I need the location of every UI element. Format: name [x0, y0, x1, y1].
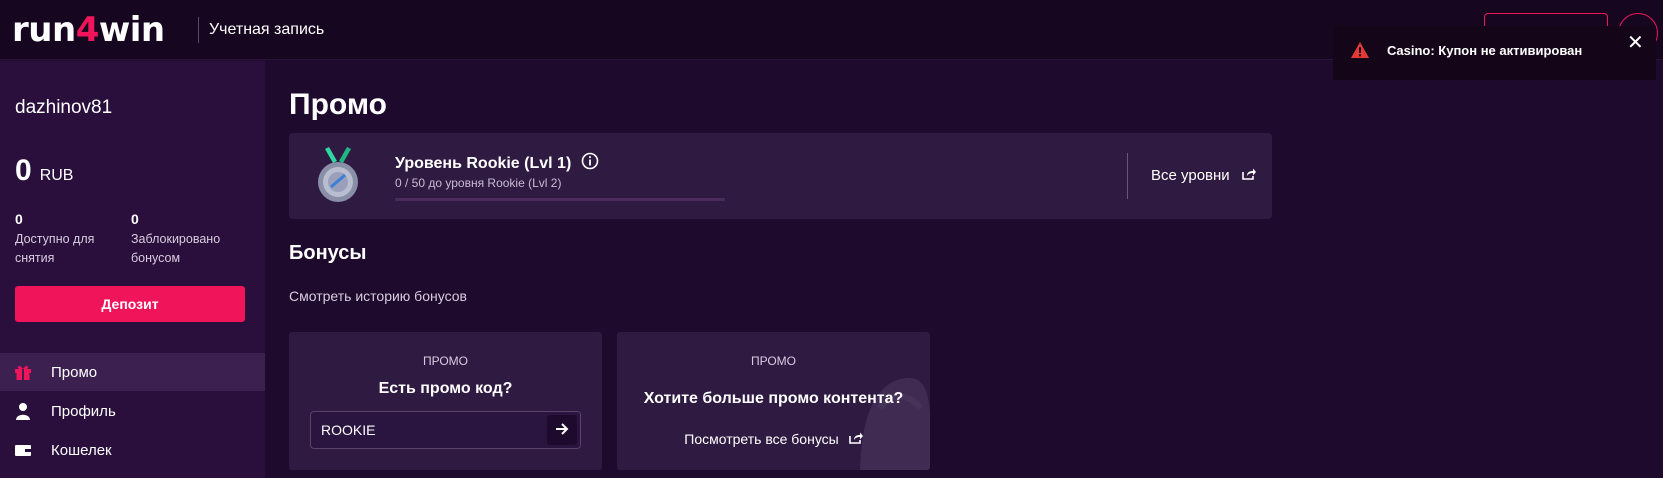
all-levels-link[interactable]: Все уровни	[1151, 167, 1256, 184]
promo-heading: Хотите больше промо контента?	[643, 390, 904, 407]
all-bonuses-link[interactable]: Посмотреть все бонусы	[617, 431, 930, 447]
sidebar-item-label: Промо	[51, 363, 98, 381]
locked-stat: 0 Заблокировано бонусом	[131, 211, 251, 268]
balance-amount: 0	[15, 154, 32, 187]
all-bonuses-label: Посмотреть все бонусы	[684, 431, 839, 447]
bonus-history-link[interactable]: Смотреть историю бонусов	[289, 288, 467, 304]
deposit-button[interactable]: Депозит	[15, 286, 245, 322]
available-value: 0	[15, 211, 23, 227]
sidebar: dazhinov81 0 RUB 0 Доступно для снятия 0 …	[0, 61, 265, 478]
page-title: Промо	[289, 88, 387, 121]
promo-kicker: ПРОМО	[422, 354, 469, 368]
level-progress-bar	[395, 198, 725, 201]
level-title: Уровень Rookie (Lvl 1)	[395, 152, 599, 175]
wallet-icon	[14, 441, 32, 459]
logo-text-prefix: run	[12, 10, 76, 50]
promo-content-card: ПРОМО Хотите больше промо контента? Посм…	[617, 332, 930, 470]
available-stat: 0 Доступно для снятия	[15, 211, 135, 268]
sidebar-item-profile[interactable]: Профиль	[0, 392, 265, 430]
info-icon[interactable]	[581, 152, 599, 175]
sidebar-item-promo[interactable]: Промо	[0, 353, 265, 391]
available-label: Доступно для снятия	[15, 232, 95, 265]
promo-code-submit-button[interactable]	[547, 415, 577, 445]
level-progress-text: 0 / 50 до уровня Rookie (Lvl 2)	[395, 176, 562, 190]
logo[interactable]: run4win	[12, 10, 165, 50]
warning-icon	[1351, 42, 1369, 63]
user-icon	[14, 402, 32, 420]
promo-code-field	[310, 411, 581, 449]
arrow-right-icon	[555, 422, 569, 438]
level-divider	[1127, 153, 1128, 199]
medal-icon	[315, 147, 361, 210]
balance-currency: RUB	[39, 167, 74, 184]
locked-value: 0	[131, 211, 139, 227]
logo-text-four: 4	[75, 10, 100, 50]
level-title-text: Уровень Rookie (Lvl 1)	[395, 154, 572, 172]
external-link-icon	[1241, 167, 1256, 184]
sidebar-item-label: Кошелек	[51, 441, 112, 459]
character-illustration	[850, 368, 930, 470]
locked-label: Заблокировано бонусом	[131, 232, 221, 265]
gift-icon	[14, 363, 32, 381]
sidebar-item-wallet[interactable]: Кошелек	[0, 431, 265, 469]
promo-code-input[interactable]	[321, 412, 541, 448]
close-icon[interactable]: ✕	[1627, 30, 1644, 55]
sidebar-item-label: Профиль	[51, 402, 116, 420]
promo-kicker: ПРОМО	[750, 354, 797, 368]
balance: 0 RUB	[15, 154, 73, 188]
bonuses-title: Бонусы	[289, 242, 367, 264]
external-link-icon	[848, 431, 863, 447]
account-link[interactable]: Учетная запись	[209, 21, 324, 39]
promo-heading: Есть промо код?	[378, 380, 513, 397]
all-levels-label: Все уровни	[1151, 167, 1230, 184]
promo-code-card: ПРОМО Есть промо код?	[289, 332, 602, 470]
level-card: Уровень Rookie (Lvl 1) 0 / 50 до уровня …	[289, 133, 1272, 219]
notification-toast: Casino: Купон не активирован ✕	[1333, 26, 1656, 80]
toast-message: Casino: Купон не активирован	[1387, 43, 1583, 58]
username: dazhinov81	[15, 97, 113, 118]
logo-text-suffix: win	[98, 10, 165, 50]
header-divider	[198, 17, 199, 43]
